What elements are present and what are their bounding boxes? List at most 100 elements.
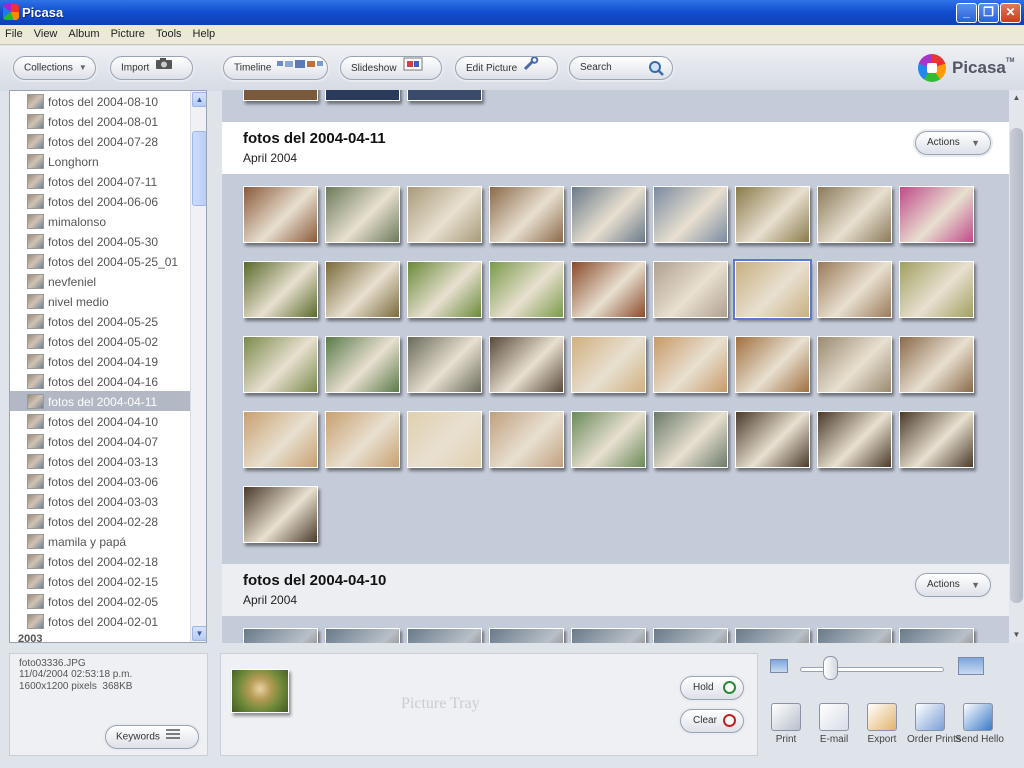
zoom-large-icon[interactable] xyxy=(958,657,984,675)
photo-thumbnail[interactable] xyxy=(489,261,564,318)
photo-thumbnail[interactable] xyxy=(489,336,564,393)
sidebar-folder-item[interactable]: fotos del 2004-04-07 xyxy=(10,431,190,451)
sidebar-folder-item[interactable]: fotos del 2004-02-28 xyxy=(10,511,190,531)
photo-thumbnail[interactable] xyxy=(571,336,646,393)
sidebar-folder-item[interactable]: fotos del 2004-05-02 xyxy=(10,331,190,351)
library-scroll-thumb[interactable] xyxy=(1010,128,1023,603)
import-button[interactable]: Import xyxy=(110,56,193,80)
timeline-button[interactable]: Timeline xyxy=(223,56,328,80)
tray-photo-thumbnail[interactable] xyxy=(231,669,289,713)
photo-thumbnail[interactable] xyxy=(407,411,482,468)
export-export-button[interactable]: Export xyxy=(859,703,905,745)
photo-thumbnail[interactable] xyxy=(817,261,892,318)
photo-thumbnail[interactable] xyxy=(899,336,974,393)
photo-thumbnail[interactable] xyxy=(407,90,482,101)
photo-thumbnail[interactable] xyxy=(735,628,810,643)
photo-thumbnail[interactable] xyxy=(653,628,728,643)
photo-thumbnail[interactable] xyxy=(817,628,892,643)
library-scrollbar[interactable]: ▲ ▼ xyxy=(1009,90,1024,643)
sidebar-folder-item[interactable]: mamila y papá xyxy=(10,531,190,551)
sidebar-folder-item[interactable]: fotos del 2004-02-05 xyxy=(10,591,190,611)
sidebar-folder-item[interactable]: fotos del 2004-05-25 xyxy=(10,311,190,331)
photo-thumbnail[interactable] xyxy=(817,411,892,468)
minimize-button[interactable]: _ xyxy=(956,3,977,23)
sidebar-folder-item[interactable]: fotos del 2004-05-30 xyxy=(10,231,190,251)
year-group-label[interactable]: 2003 xyxy=(10,631,190,642)
sidebar-folder-item[interactable]: fotos del 2004-02-01 xyxy=(10,611,190,631)
photo-thumbnail[interactable] xyxy=(243,261,318,318)
photo-thumbnail[interactable] xyxy=(817,186,892,243)
scroll-up-icon[interactable]: ▲ xyxy=(1009,91,1024,105)
sidebar-folder-item[interactable]: fotos del 2004-07-11 xyxy=(10,171,190,191)
sidebar-folder-item[interactable]: fotos del 2004-02-15 xyxy=(10,571,190,591)
photo-thumbnail[interactable] xyxy=(653,186,728,243)
actions-button[interactable]: Actions ▼ xyxy=(915,131,991,155)
export-e-mail-button[interactable]: E-mail xyxy=(811,703,857,745)
photo-thumbnail[interactable] xyxy=(653,261,728,318)
photo-thumbnail[interactable] xyxy=(817,336,892,393)
sidebar-folder-item[interactable]: fotos del 2004-04-16 xyxy=(10,371,190,391)
photo-thumbnail[interactable] xyxy=(571,186,646,243)
clear-button[interactable]: Clear xyxy=(680,709,744,733)
collections-button[interactable]: Collections ▼ xyxy=(13,56,96,80)
menu-picture[interactable]: Picture xyxy=(106,25,151,40)
menu-view[interactable]: View xyxy=(29,25,64,40)
photo-thumbnail[interactable] xyxy=(243,628,318,643)
sidebar-scroll-thumb[interactable] xyxy=(192,131,206,206)
sidebar-folder-item[interactable]: fotos del 2004-08-10 xyxy=(10,91,190,111)
photo-thumbnail[interactable] xyxy=(325,90,400,101)
photo-thumbnail[interactable] xyxy=(243,486,318,543)
photo-thumbnail[interactable] xyxy=(243,336,318,393)
sidebar-folder-item[interactable]: fotos del 2004-03-03 xyxy=(10,491,190,511)
export-order-prints-button[interactable]: Order Prints xyxy=(907,703,961,745)
sidebar-folder-item[interactable]: fotos del 2004-07-28 xyxy=(10,131,190,151)
search-field[interactable]: Search xyxy=(569,56,673,80)
photo-thumbnail[interactable] xyxy=(571,261,646,318)
sidebar-folder-item[interactable]: fotos del 2004-06-06 xyxy=(10,191,190,211)
thumbnail-size-handle[interactable] xyxy=(823,656,838,680)
photo-thumbnail[interactable] xyxy=(489,411,564,468)
maximize-button[interactable]: ❐ xyxy=(978,3,999,23)
sidebar-folder-item[interactable]: fotos del 2004-02-18 xyxy=(10,551,190,571)
hold-button[interactable]: Hold xyxy=(680,676,744,700)
sidebar-folder-item[interactable]: nivel medio xyxy=(10,291,190,311)
photo-thumbnail[interactable] xyxy=(653,336,728,393)
photo-thumbnail[interactable] xyxy=(243,411,318,468)
scroll-down-icon[interactable]: ▼ xyxy=(1009,628,1024,642)
keywords-button[interactable]: Keywords xyxy=(105,725,199,749)
photo-thumbnail[interactable] xyxy=(899,628,974,643)
menu-album[interactable]: Album xyxy=(63,25,105,40)
thumbnail-size-slider[interactable] xyxy=(800,667,944,672)
edit-picture-button[interactable]: Edit Picture xyxy=(455,56,558,80)
photo-thumbnail[interactable] xyxy=(653,411,728,468)
photo-thumbnail[interactable] xyxy=(735,336,810,393)
sidebar-folder-item[interactable]: fotos del 2004-03-06 xyxy=(10,471,190,491)
sidebar-folder-item[interactable]: nevfeniel xyxy=(10,271,190,291)
export-print-button[interactable]: Print xyxy=(763,703,809,745)
slideshow-button[interactable]: Slideshow xyxy=(340,56,442,80)
photo-thumbnail[interactable] xyxy=(243,186,318,243)
sidebar-scrollbar[interactable]: ▲ ▼ xyxy=(190,91,206,642)
photo-thumbnail[interactable] xyxy=(899,411,974,468)
photo-thumbnail[interactable] xyxy=(325,411,400,468)
photo-thumbnail[interactable] xyxy=(571,411,646,468)
photo-thumbnail[interactable] xyxy=(407,186,482,243)
menu-file[interactable]: File xyxy=(0,25,29,40)
photo-thumbnail[interactable] xyxy=(489,628,564,643)
photo-thumbnail[interactable] xyxy=(899,261,974,318)
photo-thumbnail[interactable] xyxy=(325,336,400,393)
zoom-small-icon[interactable] xyxy=(770,659,788,673)
actions-button[interactable]: Actions ▼ xyxy=(915,573,991,597)
photo-thumbnail[interactable] xyxy=(407,336,482,393)
sidebar-folder-item[interactable]: fotos del 2004-08-01 xyxy=(10,111,190,131)
photo-thumbnail[interactable] xyxy=(243,90,318,101)
photo-thumbnail[interactable] xyxy=(325,261,400,318)
photo-thumbnail[interactable] xyxy=(489,186,564,243)
export-send-hello-button[interactable]: Send Hello xyxy=(955,703,1004,745)
sidebar-folder-item[interactable]: fotos del 2004-04-19 xyxy=(10,351,190,371)
sidebar-folder-item[interactable]: Longhorn xyxy=(10,151,190,171)
photo-thumbnail[interactable] xyxy=(735,186,810,243)
sidebar-folder-item[interactable]: mimalonso xyxy=(10,211,190,231)
photo-thumbnail[interactable] xyxy=(899,186,974,243)
scroll-down-icon[interactable]: ▼ xyxy=(192,626,206,641)
